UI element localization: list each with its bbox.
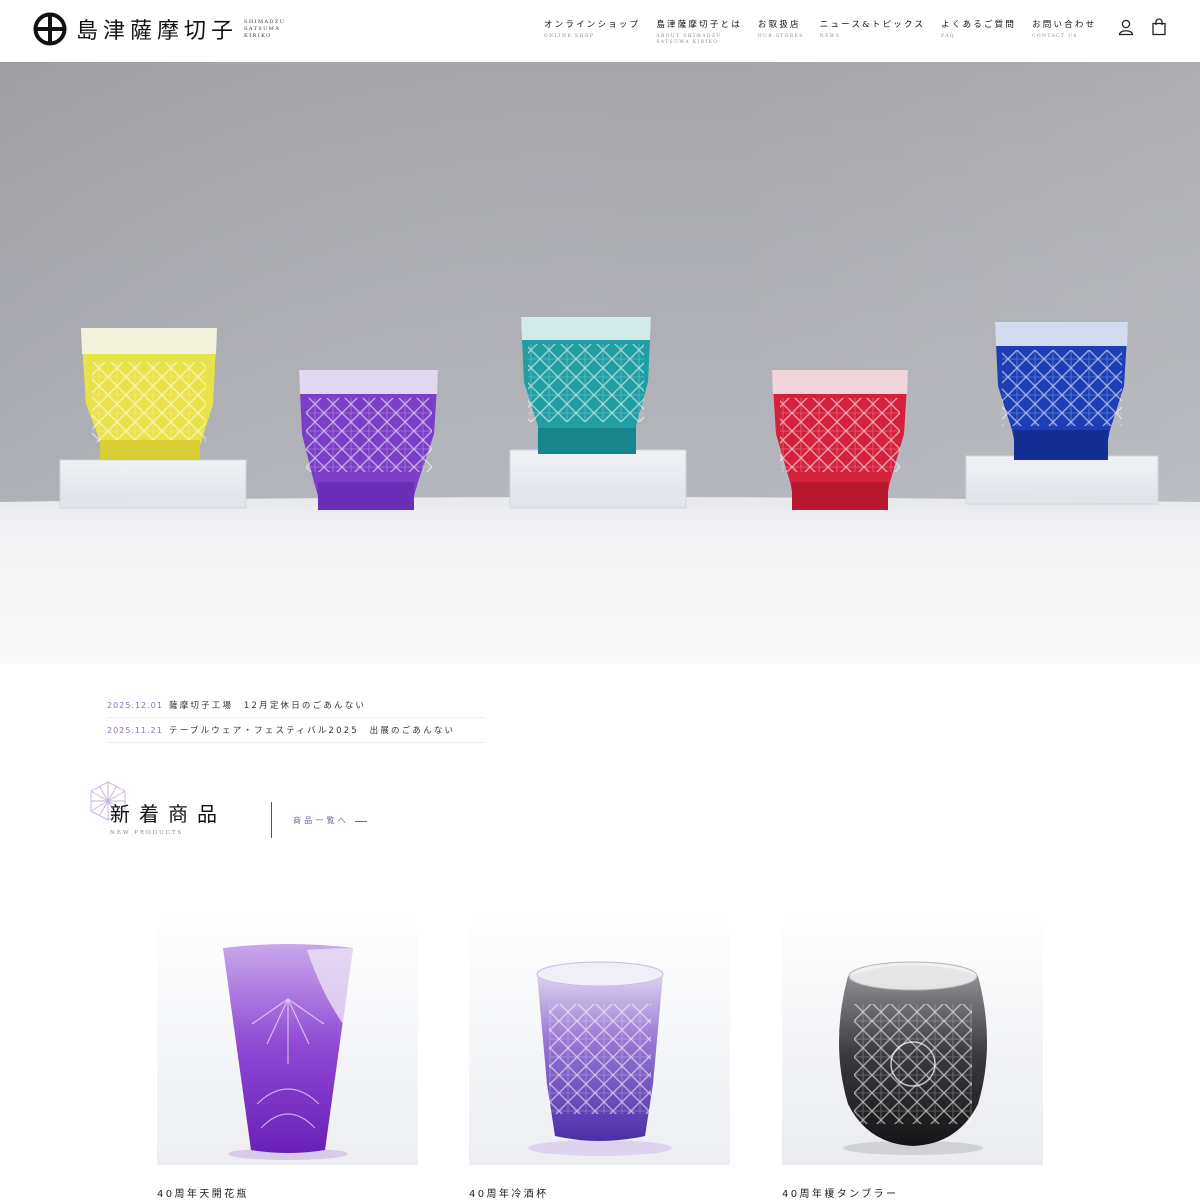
news-title[interactable]: テーブルウェア・フェスティバル2025 出展のごあんない: [169, 724, 455, 736]
section-title: 新着商品: [110, 802, 226, 826]
product-card[interactable]: 40周年榎タンブラー: [782, 904, 1043, 1200]
brand-subtitle: SHIMADZU SATSUMA KIRIKO: [244, 18, 286, 39]
nav-news[interactable]: ニュース&トピックス NEWS: [820, 18, 925, 46]
news-list: 2025.12.01 薩摩切子工場 12月定休日のごあんない 2025.11.2…: [107, 693, 486, 743]
brand-name: 島津薩摩切子: [76, 19, 239, 44]
view-all-products-link[interactable]: 商品一覧へ: [293, 815, 367, 826]
product-name[interactable]: 40周年天開花瓶: [157, 1185, 418, 1200]
nav-online-shop[interactable]: オンラインショップ ONLINE SHOP: [544, 18, 640, 46]
section-subtitle: NEW PRODUCTS: [110, 830, 184, 836]
nav-about[interactable]: 島津薩摩切子とは ABOUT SHIMADZU SATSUMA KIRIKO: [656, 18, 742, 46]
teal-glass: [521, 317, 651, 454]
news-title[interactable]: 薩摩切子工場 12月定休日のごあんない: [169, 699, 366, 711]
blue-glass: [995, 322, 1128, 460]
arrow-line-icon: [355, 820, 367, 822]
hero-image: [0, 62, 1200, 664]
nav-stores[interactable]: お取扱店 OUR STORES: [758, 18, 804, 46]
product-name[interactable]: 40周年冷酒杯: [469, 1185, 730, 1200]
news-date: 2025.12.01: [107, 700, 163, 710]
news-date: 2025.11.21: [107, 725, 163, 735]
site-header: 島津薩摩切子 SHIMADZU SATSUMA KIRIKO オンラインショップ…: [0, 0, 1200, 62]
shimadzu-crest-icon: [33, 12, 67, 46]
new-products-heading: 新着商品 NEW PRODUCTS 商品一覧へ: [88, 780, 408, 850]
main-nav: オンラインショップ ONLINE SHOP 島津薩摩切子とは ABOUT SHI…: [544, 18, 1112, 46]
product-card[interactable]: 40周年天開花瓶: [157, 904, 418, 1200]
nav-faq[interactable]: よくあるご質問 FAQ: [941, 18, 1016, 46]
brand-logo[interactable]: 島津薩摩切子 SHIMADZU SATSUMA KIRIKO: [33, 12, 285, 46]
account-icon[interactable]: [1117, 18, 1135, 36]
news-item[interactable]: 2025.12.01 薩摩切子工場 12月定休日のごあんない: [107, 693, 486, 718]
product-card[interactable]: 40周年冷酒杯: [469, 904, 730, 1200]
nav-contact[interactable]: お問い合わせ CONTACT US: [1032, 18, 1096, 46]
cart-icon[interactable]: [1150, 18, 1168, 36]
divider: [271, 802, 272, 838]
product-image[interactable]: [782, 904, 1043, 1165]
product-name[interactable]: 40周年榎タンブラー: [782, 1185, 1043, 1200]
news-item[interactable]: 2025.11.21 テーブルウェア・フェスティバル2025 出展のごあんない: [107, 718, 486, 743]
product-image[interactable]: [469, 904, 730, 1165]
product-image[interactable]: [157, 904, 418, 1165]
yellow-glass: [81, 328, 217, 460]
red-glass: [772, 370, 908, 510]
